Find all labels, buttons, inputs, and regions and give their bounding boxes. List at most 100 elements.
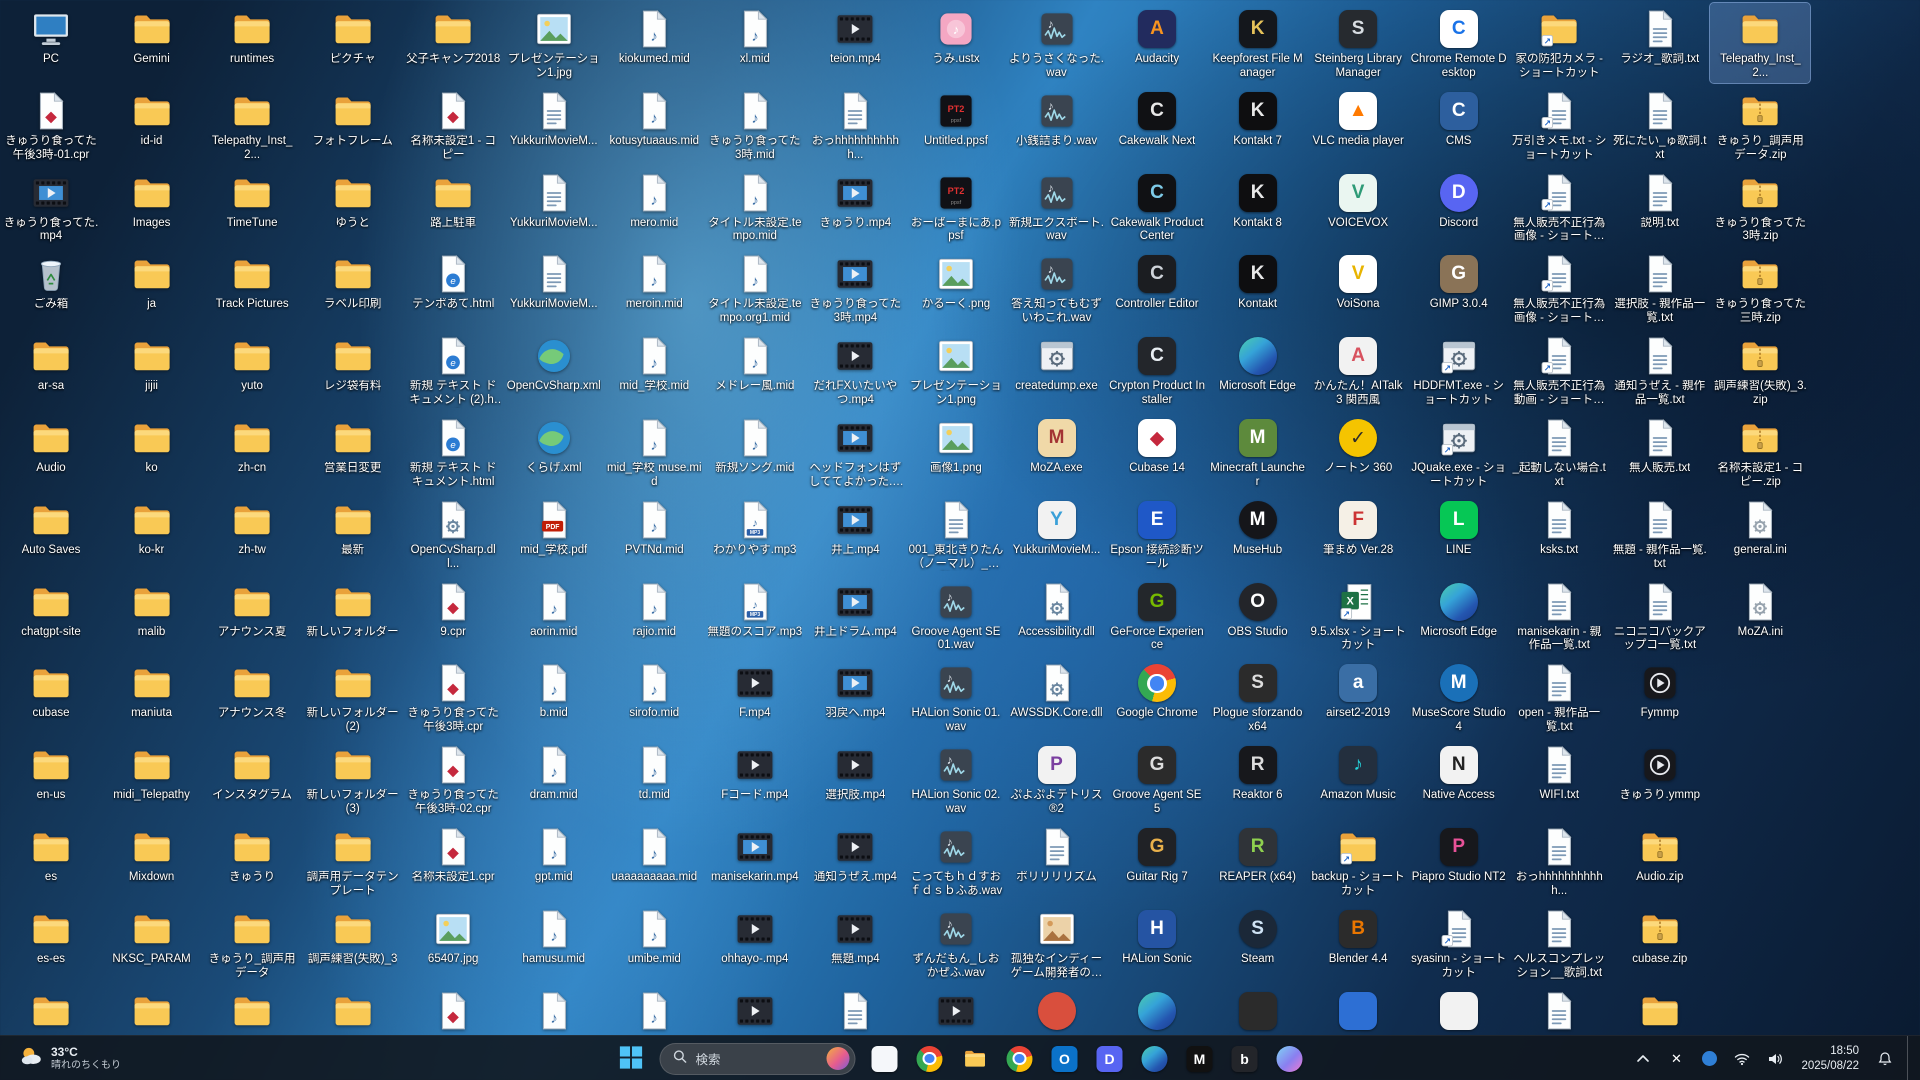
desktop-icon[interactable]: 井上.mp4 xyxy=(805,494,905,574)
desktop-icon[interactable]: C Cakewalk Next xyxy=(1107,85,1207,165)
desktop-icon[interactable] xyxy=(202,985,302,1035)
desktop-icon[interactable]: ♪ HALion Sonic 01.wav xyxy=(906,657,1006,737)
desktop-icon[interactable]: 説明.txt xyxy=(1610,167,1710,247)
desktop-icon[interactable]: createdump.exe xyxy=(1007,330,1107,410)
desktop-icon[interactable]: PT2 ppsf Untitled.ppsf xyxy=(906,85,1006,165)
desktop-icon[interactable]: 新しいフォルダー xyxy=(303,576,403,656)
desktop-icon[interactable]: P Piapro Studio NT2 xyxy=(1409,821,1509,901)
desktop-icon[interactable]: id-id xyxy=(102,85,202,165)
taskbar-edge-icon[interactable] xyxy=(1135,1039,1175,1079)
desktop-icon[interactable]: きゅうり_調声用データ.zip xyxy=(1710,85,1810,165)
desktop-icon[interactable]: ohhayo-.mp4 xyxy=(705,903,805,983)
desktop-icon[interactable]: K Keepforest File Manager xyxy=(1208,3,1308,83)
desktop-icon[interactable]: ♪ kiokumed.mid xyxy=(604,3,704,83)
desktop-icon[interactable]: おっhhhhhhhhhhh... xyxy=(805,85,905,165)
desktop-icon[interactable]: ♪ HALion Sonic 02.wav xyxy=(906,739,1006,819)
desktop-icon[interactable]: K Kontakt 8 xyxy=(1208,167,1308,247)
desktop-icon[interactable]: C Crypton Product Installer xyxy=(1107,330,1207,410)
desktop-icon[interactable]: e テンポあて.html xyxy=(403,248,503,328)
desktop-icon[interactable]: ♪ こってもｈｄすおｆｄｓｂふあ.wav xyxy=(906,821,1006,901)
desktop-icon[interactable]: ♪ MP3 わかりやす.mp3 xyxy=(705,494,805,574)
desktop-icon[interactable]: PT2 ppsf おーばーまにあ.ppsf xyxy=(906,167,1006,247)
desktop-icon[interactable]: ♪ gpt.mid xyxy=(504,821,604,901)
desktop-icon[interactable]: Accessibility.dll xyxy=(1007,576,1107,656)
desktop-icon[interactable]: プレゼンテーション1.jpg xyxy=(504,3,604,83)
desktop-icon[interactable] xyxy=(1208,985,1308,1035)
desktop-icon[interactable]: K Kontakt 7 xyxy=(1208,85,1308,165)
desktop-icon[interactable]: X ↗ 9.5.xlsx - ショートカット xyxy=(1308,576,1408,656)
desktop-icon[interactable]: ♪ dram.mid xyxy=(504,739,604,819)
desktop-icon[interactable]: 無題 - 親作品一覧.txt xyxy=(1610,494,1710,574)
desktop-icon[interactable]: ↗ JQuake.exe - ショートカット xyxy=(1409,412,1509,492)
desktop-icon[interactable]: zh-tw xyxy=(202,494,302,574)
desktop-icon[interactable]: Fymmp xyxy=(1610,657,1710,737)
volume-icon[interactable] xyxy=(1764,1045,1786,1073)
desktop-icon[interactable]: E Epson 接続診断ツール xyxy=(1107,494,1207,574)
desktop-icon[interactable] xyxy=(805,985,905,1035)
desktop-icon[interactable] xyxy=(1107,985,1207,1035)
desktop-icon[interactable]: ♪ メドレー風.mid xyxy=(705,330,805,410)
desktop-icon[interactable]: es-es xyxy=(1,903,101,983)
desktop-icon[interactable]: F 筆まめ Ver.28 xyxy=(1308,494,1408,574)
taskbar-clock[interactable]: 18:50 2025/08/22 xyxy=(1797,1042,1863,1075)
desktop-icon[interactable]: teion.mp4 xyxy=(805,3,905,83)
desktop-icon[interactable] xyxy=(303,985,403,1035)
desktop-icon[interactable]: 調声用データテンプレート xyxy=(303,821,403,901)
desktop-icon[interactable]: ↗ HDDFMT.exe - ショートカット xyxy=(1409,330,1509,410)
desktop-icon[interactable]: きゅうり_調声用データ xyxy=(202,903,302,983)
desktop-icon[interactable]: くらげ.xml xyxy=(504,412,604,492)
desktop-icon[interactable]: jijii xyxy=(102,330,202,410)
desktop-icon[interactable]: C Controller Editor xyxy=(1107,248,1207,328)
desktop-icon[interactable]: だれFXいたいやつ.mp4 xyxy=(805,330,905,410)
desktop-icon[interactable]: zh-cn xyxy=(202,412,302,492)
desktop-icon[interactable]: 65407.jpg xyxy=(403,903,503,983)
desktop-icon[interactable]: ↗ 無人販売不正行為画像 - ショートカッ... xyxy=(1509,167,1609,247)
desktop-icon[interactable]: 名称未設定1.cpr xyxy=(403,821,503,901)
desktop-icon[interactable]: Microsoft Edge xyxy=(1208,330,1308,410)
desktop-icon[interactable]: _起動しない場合.txt xyxy=(1509,412,1609,492)
desktop-icon[interactable]: Auto Saves xyxy=(1,494,101,574)
desktop-icon[interactable]: 画像1.png xyxy=(906,412,1006,492)
desktop-icon[interactable]: Mixdown xyxy=(102,821,202,901)
desktop-icon[interactable]: フォトフレーム xyxy=(303,85,403,165)
desktop-icon[interactable]: V VOICEVOX xyxy=(1308,167,1408,247)
desktop-icon[interactable] xyxy=(1409,985,1509,1035)
desktop-icon[interactable]: ko-kr xyxy=(102,494,202,574)
desktop-icon[interactable]: ヘッドフォンはずしててよかった.mp4 xyxy=(805,412,905,492)
desktop-icon[interactable]: ♪ hamusu.mid xyxy=(504,903,604,983)
desktop-icon[interactable]: Telepathy_Inst_2... xyxy=(202,85,302,165)
desktop-icon[interactable]: Audio.zip xyxy=(1610,821,1710,901)
desktop-icon[interactable]: S Steam xyxy=(1208,903,1308,983)
desktop-icon[interactable]: NKSC_PARAM xyxy=(102,903,202,983)
desktop-icon[interactable]: ksks.txt xyxy=(1509,494,1609,574)
desktop-icon[interactable]: アナウンス夏 xyxy=(202,576,302,656)
desktop-icon[interactable]: runtimes xyxy=(202,3,302,83)
desktop-icon[interactable]: ♪ 答え知ってもむずいわこれ.wav xyxy=(1007,248,1107,328)
desktop-icon[interactable]: ♪ mid_学校.mid xyxy=(604,330,704,410)
desktop-icon[interactable] xyxy=(1509,985,1609,1035)
desktop-icon[interactable]: ヘルスコンプレッション__歌詞.txt xyxy=(1509,903,1609,983)
desktop-icon[interactable]: ♪ タイトル未設定.tempo.org1.mid xyxy=(705,248,805,328)
desktop-icon[interactable]: TimeTune xyxy=(202,167,302,247)
desktop-icon[interactable]: ♪ mid_学校 muse.mid xyxy=(604,412,704,492)
desktop-icon[interactable]: ♪ uaaaaaaaaa.mid xyxy=(604,821,704,901)
desktop-icon[interactable]: ♪ 小銭詰まり.wav xyxy=(1007,85,1107,165)
desktop-icon[interactable]: M MuseHub xyxy=(1208,494,1308,574)
desktop-icon[interactable]: レジ袋有料 xyxy=(303,330,403,410)
taskbar-chrome-icon[interactable] xyxy=(910,1039,950,1079)
desktop-icon[interactable]: Fコード.mp4 xyxy=(705,739,805,819)
desktop-icon[interactable]: ♪ b.mid xyxy=(504,657,604,737)
desktop-icon[interactable]: PDF mid_学校.pdf xyxy=(504,494,604,574)
desktop-icon[interactable]: C CMS xyxy=(1409,85,1509,165)
desktop-icon[interactable] xyxy=(1007,985,1107,1035)
tray-app-blue-icon[interactable] xyxy=(1698,1045,1720,1073)
desktop-icon[interactable]: きゅうり食ってた.mp4 xyxy=(1,167,101,247)
desktop-icon[interactable]: ♪ td.mid xyxy=(604,739,704,819)
desktop-icon[interactable]: ja xyxy=(102,248,202,328)
desktop-icon[interactable]: 名称未設定1 - コピー.zip xyxy=(1710,412,1810,492)
desktop-icon[interactable]: 路上駐車 xyxy=(403,167,503,247)
desktop-icon[interactable]: ♪ うみ.ustx xyxy=(906,3,1006,83)
desktop-icon[interactable]: ♪ umibe.mid xyxy=(604,903,704,983)
desktop-icon[interactable]: ゆうと xyxy=(303,167,403,247)
desktop-icon[interactable]: 調声練習(失敗)_3 xyxy=(303,903,403,983)
